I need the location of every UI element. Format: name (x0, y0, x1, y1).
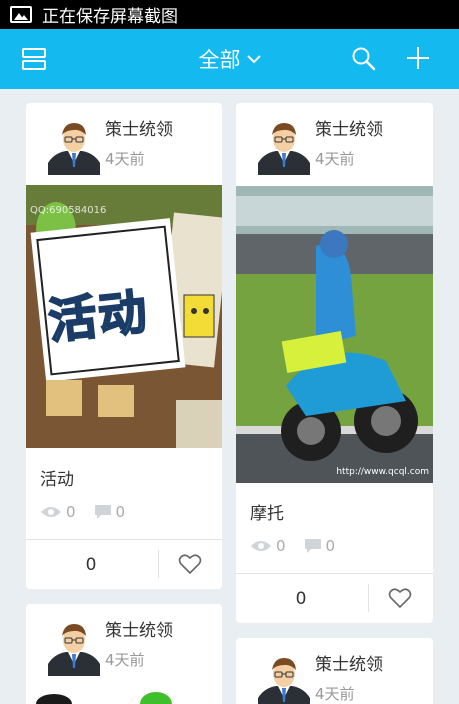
image-title: 活动 (45, 283, 152, 351)
divider (26, 539, 222, 540)
post-stats: 0 0 (40, 503, 143, 521)
view-count: 0 (40, 503, 76, 521)
category-title: 全部 (198, 48, 241, 72)
avatar (258, 658, 310, 704)
watermark: QQ:690584016 (30, 205, 107, 216)
status-text: 正在保存屏幕截图 (42, 7, 178, 27)
post-caption: 摩托 (250, 504, 284, 524)
post-card[interactable]: 策士统领 4天前 (236, 638, 433, 704)
heart-icon[interactable] (178, 553, 202, 575)
post-time: 4天前 (105, 150, 145, 168)
author-name[interactable]: 策士统领 (315, 115, 383, 140)
divider (158, 550, 159, 578)
post-card[interactable]: 策士统领 4天前 QQ:690584016 活动 活动 0 0 0 (26, 103, 222, 589)
post-image[interactable]: QQ:690584016 活动 (26, 185, 222, 448)
top-app-bar: 全部 (0, 29, 459, 89)
post-time: 4天前 (315, 150, 355, 168)
watermark: http://www.qcql.com (336, 467, 429, 477)
divider (236, 573, 433, 574)
post-caption: 活动 (40, 470, 74, 490)
post-image[interactable]: http://www.qcql.com (236, 186, 433, 483)
avatar (48, 123, 100, 175)
category-selector[interactable]: 全部 (0, 29, 459, 89)
post-image[interactable] (26, 688, 222, 704)
author-name[interactable]: 策士统领 (315, 650, 383, 675)
post-time: 4天前 (105, 651, 145, 669)
chevron-down-icon (246, 55, 261, 64)
comment-count: 0 (304, 537, 335, 555)
plus-icon[interactable] (405, 45, 431, 71)
like-count: 0 (295, 589, 307, 609)
author-name[interactable]: 策士统领 (105, 616, 173, 641)
like-count: 0 (85, 555, 97, 575)
search-icon[interactable] (351, 46, 377, 72)
comment-icon (94, 505, 111, 519)
view-count: 0 (250, 537, 286, 555)
eye-icon (41, 507, 61, 517)
avatar (258, 123, 310, 175)
post-card[interactable]: 策士统领 4天前 (26, 604, 222, 704)
post-stats: 0 0 (250, 537, 353, 555)
image-icon (10, 6, 32, 23)
author-name[interactable]: 策士统领 (105, 115, 173, 140)
heart-icon[interactable] (388, 587, 412, 609)
comment-icon (304, 539, 321, 553)
post-card[interactable]: 策士统领 4天前 http://www.qcql.com 摩托 0 0 0 (236, 103, 433, 623)
eye-icon (251, 541, 271, 551)
status-bar: 正在保存屏幕截图 (0, 0, 459, 29)
divider (368, 584, 369, 612)
avatar (48, 624, 100, 676)
comment-count: 0 (94, 503, 125, 521)
post-time: 4天前 (315, 685, 355, 703)
